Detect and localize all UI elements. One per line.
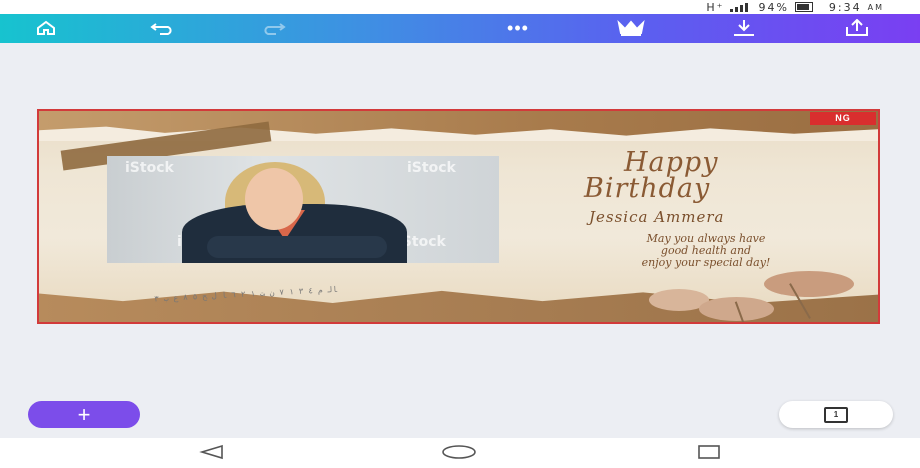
title-birthday[interactable]: Birthday bbox=[584, 173, 710, 204]
clock-ampm: AM bbox=[867, 2, 884, 12]
profile-photo[interactable]: iStock iStock iStock iStock bbox=[107, 156, 499, 263]
status-bar: H⁺ 94% 9:34 AM bbox=[0, 0, 920, 14]
recipient-name[interactable]: Jessica Ammera bbox=[589, 208, 724, 226]
battery-percent: 94% bbox=[758, 0, 789, 14]
battery-icon bbox=[794, 2, 813, 12]
back-triangle-icon[interactable] bbox=[198, 444, 226, 465]
redo-icon[interactable] bbox=[258, 17, 288, 39]
clock-time: 9:34 bbox=[828, 0, 862, 14]
birthday-message[interactable]: May you always have good health and enjo… bbox=[551, 233, 861, 269]
network-type: H⁺ bbox=[706, 0, 725, 14]
undo-icon[interactable] bbox=[148, 17, 178, 39]
home-icon[interactable] bbox=[34, 17, 58, 39]
photo-watermark: iStock bbox=[407, 160, 456, 176]
photo-arms bbox=[207, 236, 387, 258]
share-icon[interactable] bbox=[842, 17, 872, 39]
system-nav-bar bbox=[0, 438, 920, 468]
message-line: enjoy your special day! bbox=[641, 256, 771, 269]
crown-icon[interactable] bbox=[614, 17, 648, 39]
recents-square-icon[interactable] bbox=[696, 444, 722, 465]
more-icon[interactable]: ••• bbox=[505, 17, 531, 39]
pages-button[interactable]: 1 bbox=[779, 401, 893, 428]
home-circle-icon[interactable] bbox=[440, 444, 478, 465]
add-element-button[interactable]: + bbox=[28, 401, 140, 428]
editor-toolbar: ••• bbox=[0, 14, 920, 43]
signal-icon bbox=[730, 2, 752, 12]
design-canvas[interactable]: ﺎﻟ ﻡ ٤ ٣ ١ ٧ ﻥ ﺖ ١ ٢ ٦ ﺎ ﻝ ﺢ ٥ ٨ ﻉ ﺏ ٣ i… bbox=[37, 109, 880, 324]
canvas-badge: NG bbox=[810, 112, 876, 125]
photo-watermark: iStock bbox=[125, 160, 174, 176]
pages-icon: 1 bbox=[824, 406, 848, 423]
photo-face bbox=[245, 168, 303, 230]
download-icon[interactable] bbox=[730, 17, 758, 39]
page-count: 1 bbox=[833, 409, 839, 419]
